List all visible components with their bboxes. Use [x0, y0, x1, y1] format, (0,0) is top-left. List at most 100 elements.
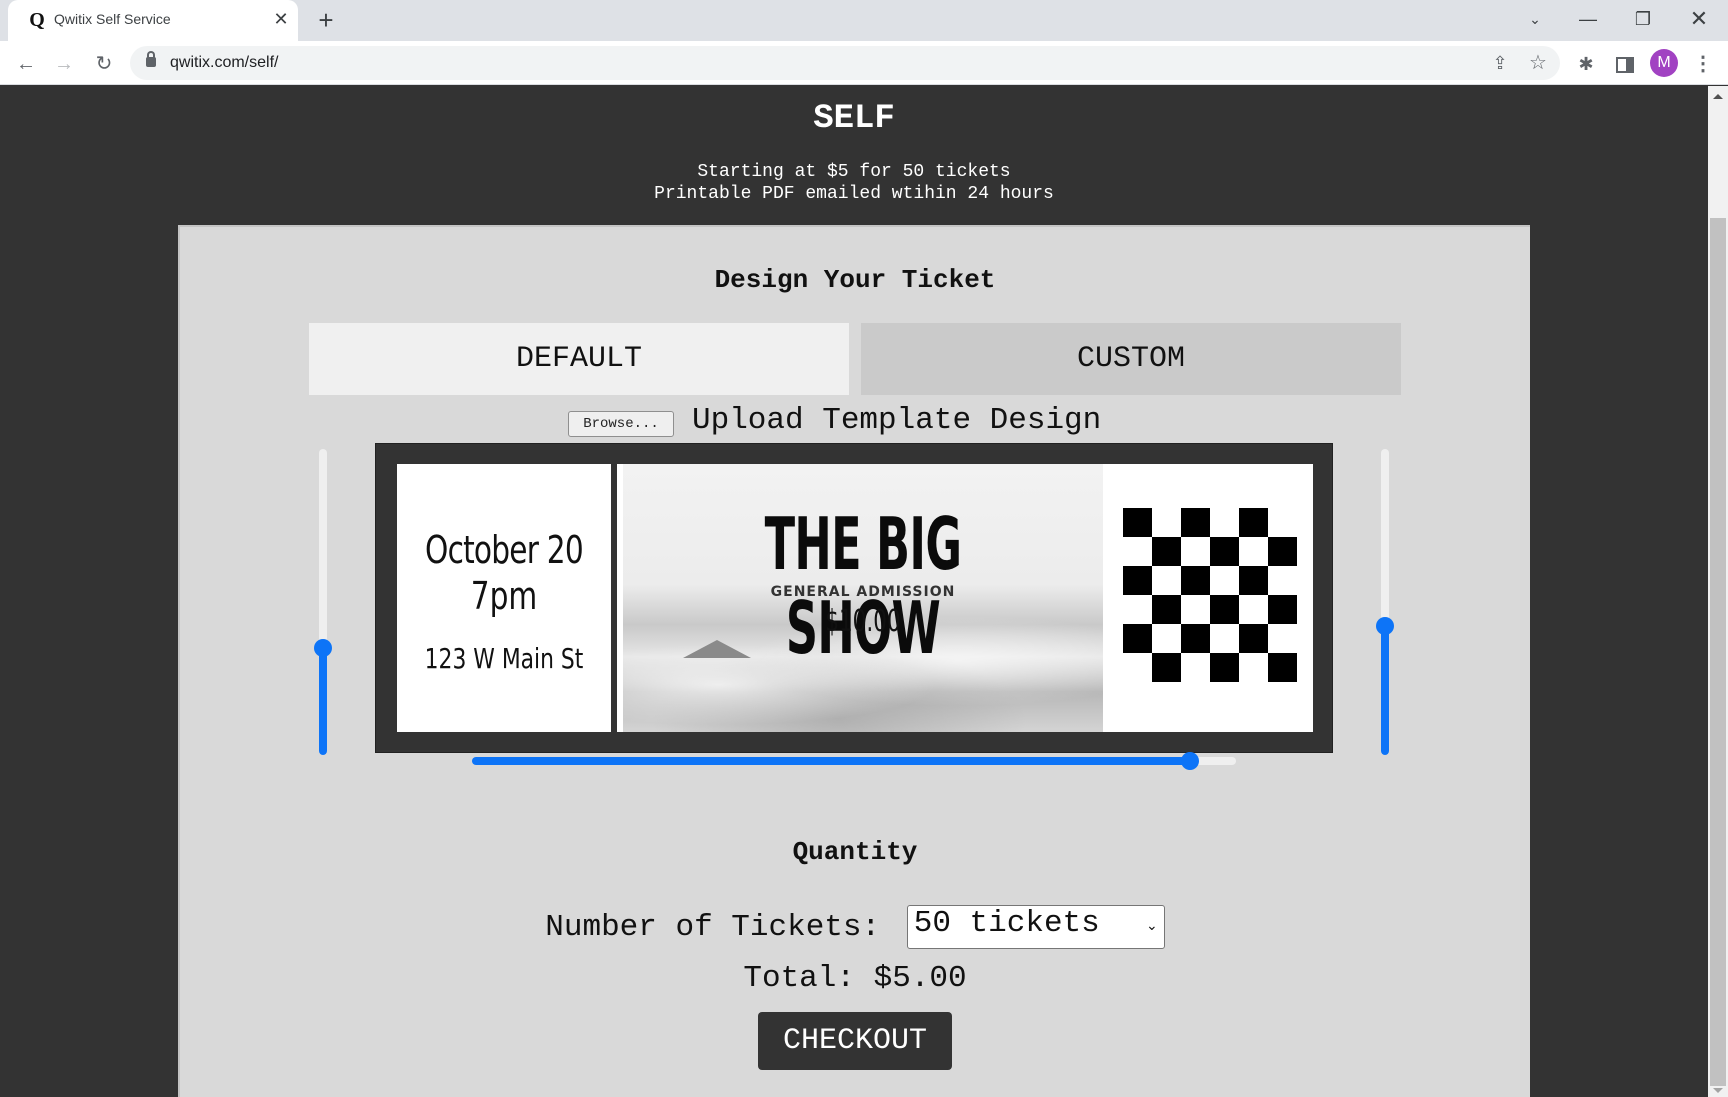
slider-thumb[interactable]	[1376, 617, 1394, 636]
code-cell	[1181, 537, 1210, 566]
share-icon[interactable]: ⇪	[1488, 51, 1512, 75]
code-cell	[1239, 508, 1268, 537]
code-cell	[1123, 624, 1152, 653]
ticket-time: 7pm	[470, 574, 538, 618]
browser-tab[interactable]: Q Qwitix Self Service ✕	[8, 0, 298, 41]
page: SELF Starting at $5 for 50 tickets Print…	[0, 86, 1708, 1097]
scroll-up-icon[interactable]	[1713, 94, 1723, 99]
code-cell	[1152, 508, 1181, 537]
slider-fill	[319, 647, 327, 755]
code-cell	[1239, 537, 1268, 566]
checkout-button[interactable]: CHECKOUT	[758, 1012, 952, 1070]
slider-thumb[interactable]	[314, 638, 332, 657]
kebab-menu-icon[interactable]: ⋮	[1690, 51, 1716, 77]
code-cell	[1210, 624, 1239, 653]
horizontal-slider[interactable]	[472, 751, 1236, 771]
code-cell	[1210, 653, 1239, 682]
ticket-admission: GENERAL ADMISSION	[770, 584, 956, 600]
scroll-down-icon[interactable]	[1713, 1088, 1723, 1093]
code-cell	[1181, 566, 1210, 595]
ticket-address: 123 W Main St	[424, 642, 584, 675]
ticket-hero-image: THE BIG SHOW GENERAL ADMISSION $10.00	[623, 464, 1103, 732]
code-cell	[1210, 537, 1239, 566]
chevron-down-icon: ⌄	[1146, 919, 1158, 935]
code-cell	[1152, 595, 1181, 624]
browser-toolbar: ← → ↻ qwitix.com/self/ ⇪ ☆ ✱ M ⋮	[0, 41, 1728, 85]
ticket-date: October 20	[425, 528, 584, 572]
side-panel-icon[interactable]	[1612, 51, 1638, 77]
ticket-stub: October 20 7pm 123 W Main St	[397, 464, 617, 732]
code-cell	[1152, 653, 1181, 682]
code-cell	[1152, 566, 1181, 595]
vertical-slider-right[interactable]	[1376, 449, 1394, 755]
code-cell	[1123, 566, 1152, 595]
lock-icon[interactable]	[146, 51, 156, 67]
code-cell	[1239, 595, 1268, 624]
page-title: SELF	[813, 100, 895, 138]
url-text[interactable]: qwitix.com/self/	[170, 54, 278, 72]
page-scrollbar[interactable]	[1708, 86, 1728, 1097]
code-cell	[1239, 653, 1268, 682]
address-bar[interactable]: qwitix.com/self/ ⇪ ☆	[130, 46, 1560, 80]
code-cell	[1210, 508, 1239, 537]
ticket-count-select[interactable]: 50 tickets ⌄	[906, 905, 1165, 949]
design-panel: Design Your Ticket DEFAULT CUSTOM Browse…	[178, 225, 1530, 1097]
puzzle-icon[interactable]: ✱	[1573, 51, 1599, 77]
favicon-icon: Q	[29, 9, 45, 31]
tab-title: Qwitix Self Service	[54, 11, 171, 27]
ticket-preview-frame: October 20 7pm 123 W Main St THE BIG SHO…	[375, 443, 1333, 753]
ticket-preview: October 20 7pm 123 W Main St THE BIG SHO…	[397, 464, 1313, 732]
slider-fill	[472, 757, 1191, 765]
code-cell	[1181, 508, 1210, 537]
code-cell	[1181, 653, 1210, 682]
code-cell	[1239, 624, 1268, 653]
code-cell	[1210, 566, 1239, 595]
code-cell	[1152, 537, 1181, 566]
back-icon[interactable]: ←	[12, 50, 40, 78]
quantity-row: Number of Tickets: 50 tickets ⌄	[180, 905, 1530, 949]
ticket-price: $10.00	[825, 604, 901, 639]
total-price: Total: $5.00	[743, 961, 967, 996]
new-tab-icon[interactable]: +	[312, 6, 340, 34]
restore-icon[interactable]: ❐	[1620, 4, 1666, 34]
code-cell	[1152, 624, 1181, 653]
code-cell	[1123, 653, 1152, 682]
tab-strip: Q Qwitix Self Service ✕ + ⌄ — ❐ ✕	[0, 0, 1728, 41]
tagline-pricing: Starting at $5 for 50 tickets	[697, 162, 1011, 182]
ticket-count-label: Number of Tickets:	[545, 909, 881, 945]
code-cell	[1123, 537, 1152, 566]
slider-fill	[1381, 626, 1389, 755]
ticket-count-value: 50 tickets	[913, 906, 1100, 941]
code-cell	[1181, 624, 1210, 653]
minimize-icon[interactable]: —	[1565, 4, 1611, 34]
code-cell	[1239, 566, 1268, 595]
code-cell	[1268, 595, 1297, 624]
ticket-code-pattern	[1123, 508, 1297, 682]
upload-label: Upload Template Design	[692, 403, 1102, 438]
scrollbar-thumb[interactable]	[1710, 218, 1726, 1086]
code-cell	[1123, 595, 1152, 624]
forward-icon[interactable]: →	[50, 50, 78, 78]
avatar[interactable]: M	[1650, 49, 1678, 77]
code-cell	[1268, 508, 1297, 537]
design-heading: Design Your Ticket	[714, 265, 996, 295]
code-cell	[1268, 653, 1297, 682]
close-tab-icon[interactable]: ✕	[270, 8, 292, 30]
vertical-slider-left[interactable]	[314, 449, 332, 755]
tab-search-icon[interactable]: ⌄	[1512, 4, 1558, 34]
quantity-heading: Quantity	[792, 837, 918, 867]
star-icon[interactable]: ☆	[1526, 51, 1550, 75]
code-cell	[1268, 624, 1297, 653]
code-cell	[1268, 566, 1297, 595]
browse-button[interactable]: Browse...	[568, 411, 674, 437]
code-cell	[1210, 595, 1239, 624]
code-cell	[1123, 508, 1152, 537]
code-cell	[1181, 595, 1210, 624]
tab-custom[interactable]: CUSTOM	[861, 323, 1401, 395]
slider-thumb[interactable]	[1181, 752, 1200, 770]
code-cell	[1268, 537, 1297, 566]
close-window-icon[interactable]: ✕	[1676, 4, 1722, 34]
reload-icon[interactable]: ↻	[90, 50, 118, 78]
tagline-delivery: Printable PDF emailed wtihin 24 hours	[654, 184, 1054, 204]
tab-default[interactable]: DEFAULT	[309, 323, 849, 395]
